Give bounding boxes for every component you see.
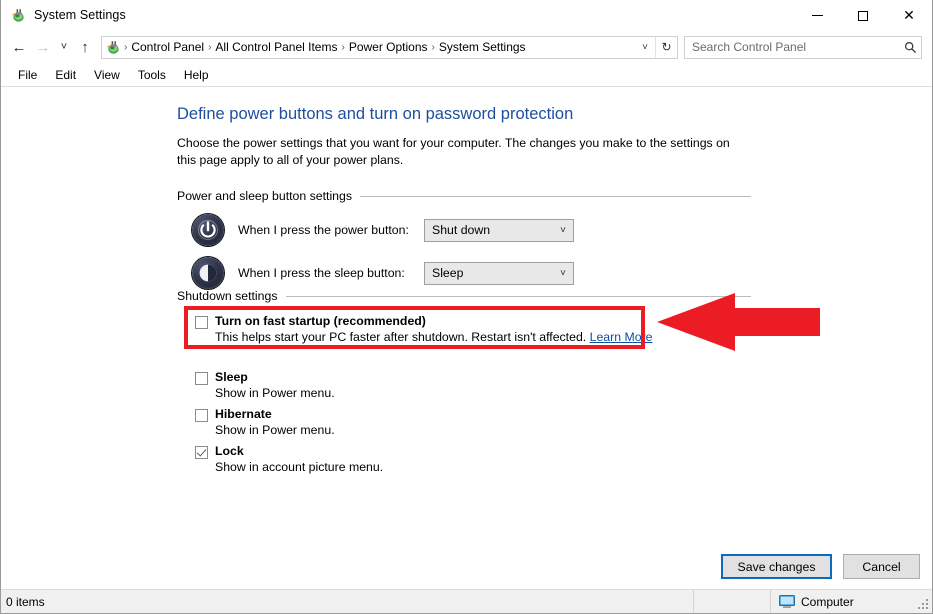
fast-startup-description-text: This helps start your PC faster after sh…: [215, 330, 586, 344]
hibernate-label: Hibernate: [215, 407, 272, 421]
chevron-down-icon: ˅: [560, 225, 566, 236]
up-arrow-icon[interactable]: ↑: [73, 35, 97, 59]
status-spacer: [694, 590, 771, 613]
menu-item-view[interactable]: View: [85, 65, 129, 85]
system-settings-window: System Settings ✕ ← → ˅ ↑: [0, 0, 933, 614]
power-button-row: When I press the power button: Shut down…: [192, 214, 574, 246]
sleep-button-label: When I press the sleep button:: [238, 266, 424, 280]
power-button-action-value: Shut down: [432, 223, 490, 237]
maximize-icon[interactable]: [840, 0, 886, 31]
sleep-button-action-value: Sleep: [432, 266, 463, 280]
fast-startup-label: Turn on fast startup (recommended): [215, 314, 426, 328]
section-divider: [360, 196, 751, 197]
dialog-buttons: Save changes Cancel: [721, 554, 920, 579]
breadcrumb-control-panel[interactable]: Control Panel: [128, 37, 207, 58]
main-content: Define power buttons and turn on passwor…: [177, 87, 932, 589]
breadcrumb-system-settings[interactable]: System Settings: [436, 37, 529, 58]
checkbox-item-sleep: Sleep Show in Power menu.: [195, 370, 335, 400]
navigation-bar: ← → ˅ ↑ › Control Panel › All Control Pa…: [1, 31, 932, 63]
search-icon[interactable]: [899, 37, 921, 58]
checkbox-row[interactable]: Hibernate: [195, 407, 335, 422]
power-button-action-select[interactable]: Shut down ˅: [424, 219, 574, 242]
chevron-down-icon: ˅: [560, 268, 566, 279]
sleep-button-row: When I press the sleep button: Sleep ˅: [192, 257, 574, 289]
sleep-label: Sleep: [215, 370, 248, 384]
title-bar: System Settings ✕: [1, 0, 932, 31]
menu-item-help[interactable]: Help: [175, 65, 218, 85]
sleep-description: Show in Power menu.: [215, 386, 335, 400]
checkbox-item-hibernate: Hibernate Show in Power menu.: [195, 407, 335, 437]
refresh-icon[interactable]: ↻: [655, 37, 677, 58]
forward-arrow-icon[interactable]: →: [31, 35, 55, 59]
sleep-button-action-select[interactable]: Sleep ˅: [424, 262, 574, 285]
power-button-icon: [192, 214, 224, 246]
section-label: Shutdown settings: [177, 289, 286, 303]
status-computer: Computer: [771, 590, 932, 613]
address-bar-system-settings-icon: [105, 39, 121, 55]
cancel-button[interactable]: Cancel: [843, 554, 920, 579]
menu-item-edit[interactable]: Edit: [46, 65, 85, 85]
resize-grip[interactable]: [918, 599, 929, 610]
menu-bar: File Edit View Tools Help: [1, 63, 932, 87]
lock-label: Lock: [215, 444, 244, 458]
lock-checkbox[interactable]: [195, 446, 208, 459]
address-chevron-down-icon[interactable]: ˅: [635, 37, 655, 58]
section-divider: [286, 296, 752, 297]
breadcrumb-power-options[interactable]: Power Options: [346, 37, 431, 58]
page-description: Choose the power settings that you want …: [177, 135, 745, 169]
status-items-text: 0 items: [6, 595, 45, 609]
status-computer-label: Computer: [801, 595, 854, 609]
fast-startup-checkbox[interactable]: [195, 316, 208, 329]
sleep-checkbox[interactable]: [195, 372, 208, 385]
hibernate-checkbox[interactable]: [195, 409, 208, 422]
checkbox-row[interactable]: Sleep: [195, 370, 335, 385]
page-title: Define power buttons and turn on passwor…: [177, 105, 573, 124]
hibernate-description: Show in Power menu.: [215, 423, 335, 437]
search-box[interactable]: [684, 36, 922, 59]
close-icon[interactable]: ✕: [886, 0, 932, 31]
status-bar: 0 items Computer: [1, 589, 932, 613]
window-title: System Settings: [34, 8, 126, 22]
lock-description: Show in account picture menu.: [215, 460, 383, 474]
checkbox-row[interactable]: Turn on fast startup (recommended): [195, 314, 653, 329]
content-body: Define power buttons and turn on passwor…: [1, 87, 932, 589]
section-header-shutdown-settings: Shutdown settings: [177, 289, 751, 303]
section-label: Power and sleep button settings: [177, 189, 360, 203]
minimize-icon[interactable]: [794, 0, 840, 31]
back-arrow-icon[interactable]: ←: [7, 35, 31, 59]
breadcrumb-all-control-panel-items[interactable]: All Control Panel Items: [212, 37, 340, 58]
menu-item-file[interactable]: File: [9, 65, 46, 85]
address-bar[interactable]: › Control Panel › All Control Panel Item…: [101, 36, 678, 59]
sleep-button-icon: [192, 257, 224, 289]
learn-more-link[interactable]: Learn More: [590, 330, 653, 344]
search-input[interactable]: [685, 40, 899, 54]
system-settings-icon: [10, 7, 26, 23]
save-changes-button[interactable]: Save changes: [721, 554, 832, 579]
monitor-icon: [779, 595, 795, 609]
fast-startup-description: This helps start your PC faster after sh…: [215, 330, 653, 344]
power-button-label: When I press the power button:: [238, 223, 424, 237]
status-items-count: 0 items: [1, 590, 694, 613]
checkbox-row[interactable]: Lock: [195, 444, 383, 459]
recent-locations-chevron-down-icon[interactable]: ˅: [55, 35, 73, 59]
checkbox-item-lock: Lock Show in account picture menu.: [195, 444, 383, 474]
left-pane: [1, 87, 9, 589]
menu-item-tools[interactable]: Tools: [129, 65, 175, 85]
section-header-power-and-sleep: Power and sleep button settings: [177, 189, 751, 203]
checkbox-item-fast-startup: Turn on fast startup (recommended) This …: [195, 314, 653, 344]
window-controls: ✕: [794, 0, 932, 31]
